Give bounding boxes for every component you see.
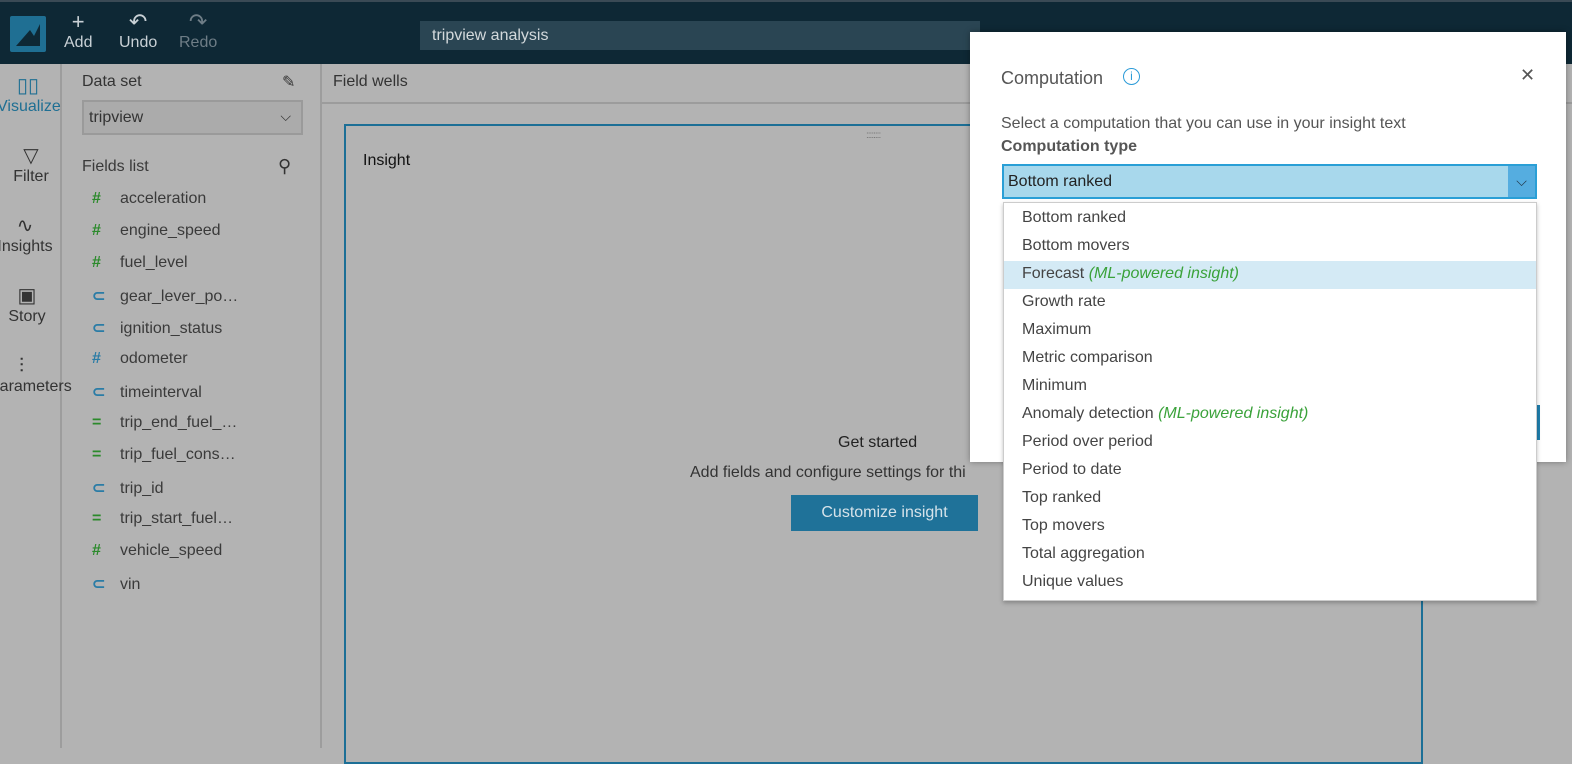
undo-button[interactable]: ↶ Undo	[119, 10, 157, 52]
dropdown-option[interactable]: Period over period	[1004, 429, 1536, 457]
field-item[interactable]: # vehicle_speed	[92, 542, 222, 560]
hash-icon: #	[92, 542, 101, 559]
dataset-label: Data set	[82, 73, 142, 90]
info-icon[interactable]: i	[1123, 68, 1140, 85]
rail-story[interactable]: ▣ Story	[0, 284, 58, 326]
dropdown-option[interactable]: Minimum	[1004, 373, 1536, 401]
customize-insight-button[interactable]: Customize insight	[791, 495, 978, 531]
chevron-down-icon: ⌵	[1508, 166, 1535, 197]
drag-handle-icon[interactable]: ::::::::	[866, 130, 881, 141]
hash-icon: #	[92, 222, 101, 239]
sliders-icon: ⫶	[19, 355, 24, 377]
dropdown-option[interactable]: Forecast (ML-powered insight)	[1004, 261, 1536, 289]
field-item[interactable]: # acceleration	[92, 190, 206, 208]
field-item[interactable]: ⊂ gear_lever_po…	[92, 286, 238, 306]
edit-pencil-icon[interactable]: ✎	[282, 72, 295, 92]
add-button[interactable]: + Add	[64, 10, 92, 52]
dialog-description: Select a computation that you can use in…	[1001, 115, 1406, 132]
dropdown-option[interactable]: Anomaly detection (ML-powered insight)	[1004, 401, 1536, 429]
rail-insights[interactable]: ∿ Insights	[0, 214, 56, 256]
dropdown-option[interactable]: Growth rate	[1004, 289, 1536, 317]
bar-chart-icon: ▯▯	[16, 75, 39, 97]
visual-title: Insight	[363, 152, 411, 169]
field-item[interactable]: # fuel_level	[92, 254, 188, 272]
plus-icon: +	[71, 9, 85, 34]
field-item[interactable]: # engine_speed	[92, 222, 221, 240]
dropdown-option[interactable]: Top movers	[1004, 513, 1536, 541]
hash-icon: #	[92, 350, 101, 367]
computation-type-select[interactable]: Bottom ranked ⌵	[1002, 164, 1537, 199]
rail-parameters[interactable]: ⫶Parameters	[0, 354, 72, 396]
undo-icon: ↶	[128, 9, 148, 34]
close-icon[interactable]: ✕	[1520, 65, 1535, 86]
rail-filter[interactable]: ▽ Filter	[0, 144, 62, 186]
redo-icon: ↷	[188, 9, 208, 34]
field-item[interactable]: ⊂ ignition_status	[92, 318, 222, 338]
field-item[interactable]: = trip_end_fuel_…	[92, 414, 237, 432]
dropdown-option[interactable]: Maximum	[1004, 317, 1536, 345]
field-item[interactable]: # odometer	[92, 350, 188, 368]
tag-icon: ⊂	[92, 576, 106, 593]
hash-icon: #	[92, 190, 101, 207]
computation-type-dropdown: Bottom ranked Bottom movers Forecast (ML-p…	[1003, 202, 1537, 601]
line-chart-icon: ∿	[16, 215, 34, 237]
dropdown-option[interactable]: Metric comparison	[1004, 345, 1536, 373]
story-icon: ▣	[17, 285, 37, 307]
rail-visualize[interactable]: ▯▯ Visualize	[0, 74, 61, 116]
analysis-title-input[interactable]: tripview analysis	[420, 21, 980, 50]
dropdown-option[interactable]: Bottom ranked	[1004, 205, 1536, 233]
fields-list-label: Fields list	[82, 158, 149, 175]
get-started-hint: Add fields and configure settings for th…	[690, 464, 966, 481]
ml-tag: (ML-powered insight)	[1088, 265, 1239, 282]
field-item[interactable]: ⊂ timeinterval	[92, 382, 202, 402]
dropdown-option[interactable]: Period to date	[1004, 457, 1536, 485]
tag-icon: ⊂	[92, 384, 106, 401]
fields-panel: Data set ✎ tripview ⌵ Fields list ⚲ # acce…	[62, 64, 322, 748]
get-started-heading: Get started	[838, 434, 918, 451]
field-item[interactable]: = trip_fuel_cons…	[92, 446, 236, 464]
field-item[interactable]: = trip_start_fuel…	[92, 510, 233, 528]
hash-icon: #	[92, 254, 101, 271]
left-rail: ▯▯Visualize ▽Filter ∿Insights ▣Story ⫶Pa…	[0, 64, 72, 748]
computation-type-label: Computation type	[1001, 138, 1137, 155]
search-icon[interactable]: ⚲	[278, 156, 291, 177]
dataset-select[interactable]: tripview ⌵	[82, 100, 303, 135]
dropdown-option[interactable]: Bottom movers	[1004, 233, 1536, 261]
calculated-field-icon: =	[92, 414, 102, 431]
funnel-icon: ▽	[23, 145, 39, 167]
tag-icon: ⊂	[92, 320, 106, 337]
ml-tag: (ML-powered insight)	[1158, 405, 1309, 422]
redo-button[interactable]: ↷ Redo	[179, 10, 217, 52]
field-item[interactable]: ⊂ vin	[92, 574, 140, 594]
tag-icon: ⊂	[92, 480, 106, 497]
dialog-title: Computation	[1001, 68, 1104, 88]
app-logo[interactable]	[10, 16, 46, 52]
tag-icon: ⊂	[92, 288, 106, 305]
dropdown-option[interactable]: Unique values	[1004, 569, 1536, 597]
dropdown-option[interactable]: Top ranked	[1004, 485, 1536, 513]
dropdown-option[interactable]: Total aggregation	[1004, 541, 1536, 569]
field-item[interactable]: ⊂ trip_id	[92, 478, 164, 498]
calculated-field-icon: =	[92, 510, 102, 527]
calculated-field-icon: =	[92, 446, 102, 463]
chevron-down-icon: ⌵	[280, 108, 291, 124]
